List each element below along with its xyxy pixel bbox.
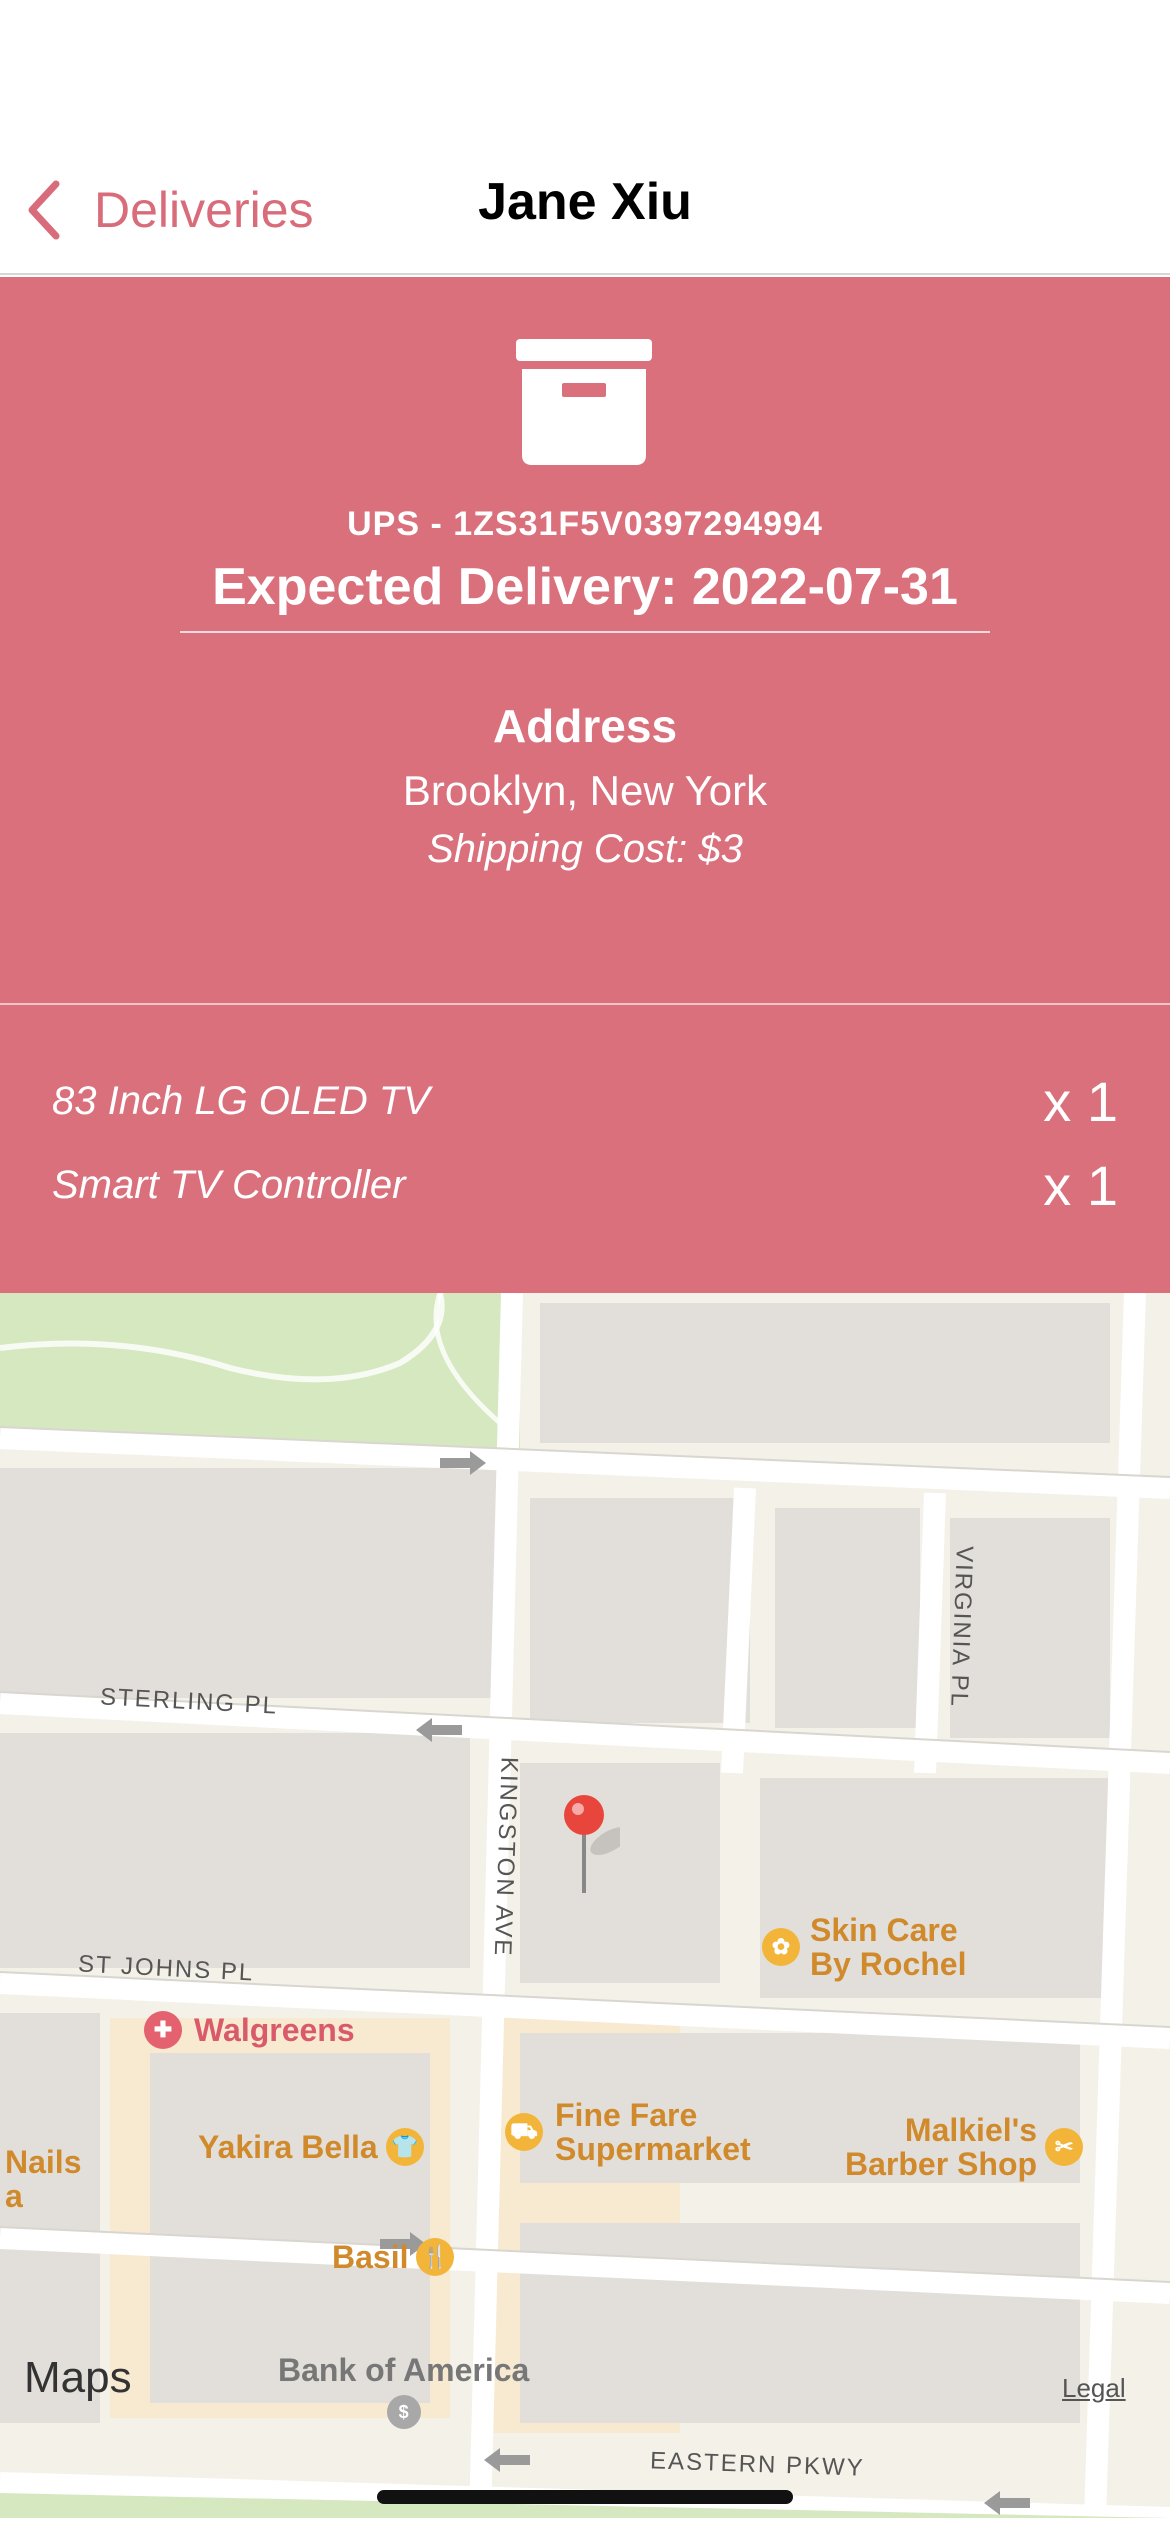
poi-fine-fare[interactable]: ⛟ Fine Fare Supermarket	[505, 2098, 751, 2166]
poi-label: Basil	[332, 2239, 409, 2275]
address-value: Brooklyn, New York	[402, 767, 768, 814]
clothing-icon: 👕	[385, 2128, 424, 2166]
scissors-icon: ✂	[1045, 2128, 1084, 2166]
item-quantity: x 1	[1043, 1070, 1118, 1133]
poi-bank-of-america[interactable]: Bank of America $	[278, 2353, 529, 2429]
pharmacy-icon: ✚	[144, 2011, 182, 2049]
poi-label: Bank of America	[278, 2352, 530, 2388]
poi-label: By Rochel	[810, 1946, 967, 1982]
page-title: Jane Xiu	[478, 173, 692, 231]
address-heading: Address	[492, 700, 678, 752]
poi-label: a	[5, 2178, 23, 2214]
list-item: 83 Inch LG OLED TV x 1	[0, 1061, 1170, 1145]
poi-nails[interactable]: Nails a	[5, 2145, 81, 2213]
items-list: 83 Inch LG OLED TV x 1 Smart TV Controll…	[0, 1003, 1170, 1293]
poi-label: Skin Care	[810, 1912, 958, 1948]
tracking-number: UPS - 1ZS31F5V0397294994	[347, 505, 823, 543]
poi-walgreens[interactable]: ✚ Walgreens	[144, 2011, 355, 2049]
apple-maps-logo: Maps	[22, 2353, 132, 2403]
map-view[interactable]: STERLING PL ST JOHNS PL KINGSTON AVE VIR…	[0, 1293, 1170, 2518]
item-name: Smart TV Controller	[52, 1163, 406, 1207]
navigation-bar: Deliveries Jane Xiu	[0, 0, 1170, 275]
poi-basil[interactable]: Basil 🍴	[332, 2238, 455, 2276]
legal-link[interactable]: Legal	[1062, 2373, 1126, 2404]
poi-yakira-bella[interactable]: Yakira Bella 👕	[198, 2128, 424, 2166]
spa-icon: ✿	[762, 1928, 800, 1966]
item-quantity: x 1	[1043, 1154, 1118, 1217]
shipping-cost: Shipping Cost: $3	[427, 827, 743, 871]
map-base	[0, 1293, 1170, 2518]
archive-box-icon	[516, 339, 652, 465]
cart-icon: ⛟	[505, 2113, 543, 2151]
list-item: Smart TV Controller x 1	[0, 1145, 1170, 1229]
expected-delivery: Expected Delivery: 2022-07-31	[180, 557, 990, 633]
bank-icon: $	[386, 2395, 421, 2429]
poi-label: Nails	[5, 2144, 82, 2180]
poi-label: Barber Shop	[845, 2146, 1038, 2182]
location-pin-icon[interactable]	[560, 1793, 620, 1903]
poi-malkiels[interactable]: Malkiel's Barber Shop ✂	[845, 2112, 1084, 2182]
item-name: 83 Inch LG OLED TV	[52, 1079, 430, 1123]
restaurant-icon: 🍴	[416, 2238, 455, 2276]
poi-skin-care[interactable]: ✿ Skin Care By Rochel	[762, 1913, 966, 1981]
home-indicator[interactable]	[377, 2490, 793, 2504]
poi-label: Yakira Bella	[198, 2129, 378, 2165]
poi-label: Fine Fare	[555, 2097, 698, 2133]
poi-label: Supermarket	[555, 2131, 751, 2167]
poi-label: Walgreens	[194, 2012, 355, 2048]
poi-label: Malkiel's	[904, 2112, 1038, 2148]
street-label: VIRGINIA PL	[945, 1545, 978, 1709]
delivery-summary-card: UPS - 1ZS31F5V0397294994 Expected Delive…	[0, 277, 1170, 1003]
maps-logo-text: Maps	[24, 2353, 132, 2402]
